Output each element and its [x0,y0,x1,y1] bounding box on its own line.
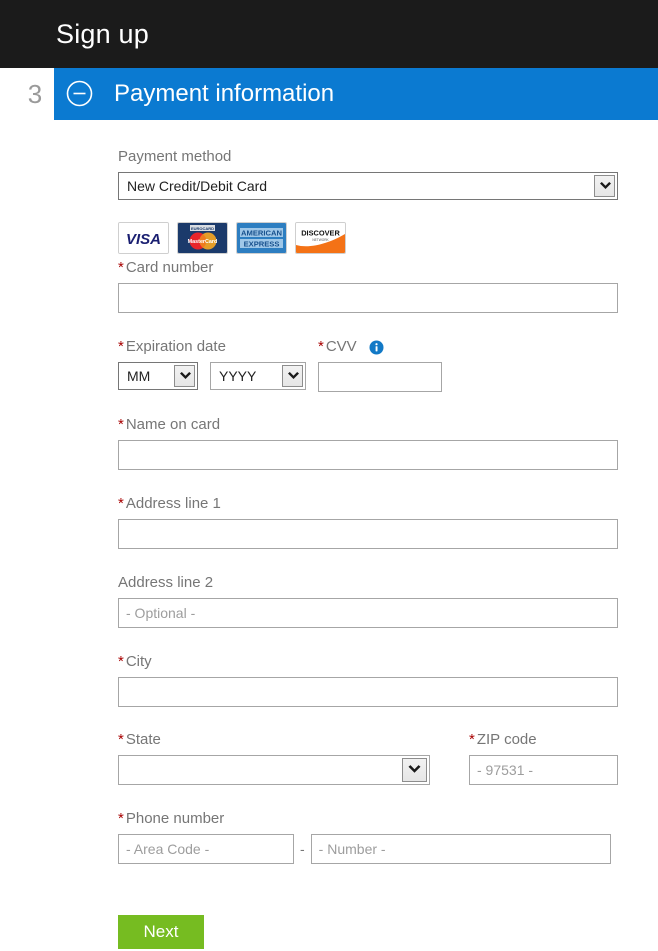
chevron-down-icon[interactable] [402,758,427,782]
discover-logo: DISCOVER NETWORK [295,222,346,254]
state-select[interactable] [118,755,430,785]
phone-number-label-text: Phone number [125,810,225,827]
cvv-field: * CVV [318,337,442,392]
expiration-date-label: * Expiration date [118,337,318,357]
payment-method-label: Payment method [118,148,232,165]
card-number-field: * Card number [118,258,618,313]
address-line-1-field: * Address line 1 [118,494,618,549]
required-marker: * [118,810,124,827]
card-number-label: * Card number [118,258,618,278]
chevron-down-icon[interactable] [282,365,303,387]
address-line-1-label-text: Address line 1 [125,495,221,512]
section-title: Payment information [114,80,335,107]
required-marker: * [118,653,124,670]
svg-text:EUROCARD: EUROCARD [191,226,214,231]
zip-code-label: * ZIP code [469,730,618,750]
required-marker: * [118,259,124,276]
phone-number-label: * Phone number [118,809,618,829]
svg-text:AMERICAN: AMERICAN [241,229,282,238]
required-marker: * [118,495,124,512]
chevron-down-icon[interactable] [594,175,615,197]
page-title: Sign up [56,19,149,49]
expiration-year-value: YYYY [219,368,257,384]
zip-code-label-text: ZIP code [476,731,537,748]
card-number-label-text: Card number [125,259,214,276]
payment-method-select[interactable]: New Credit/Debit Card [118,172,618,200]
next-button[interactable]: Next [118,915,204,949]
required-marker: * [118,338,124,355]
required-marker: * [469,731,475,748]
svg-text:EXPRESS: EXPRESS [244,240,280,249]
phone-number-field: * Phone number - [118,809,618,864]
accepted-card-logos: VISA EUROCARD MasterCard AMERICAN EXPRES… [118,222,346,254]
address-line-1-label: * Address line 1 [118,494,618,514]
cvv-input[interactable] [318,362,442,392]
zip-code-field: * ZIP code [469,730,618,785]
address-line-2-input[interactable] [118,598,618,628]
svg-text:DISCOVER: DISCOVER [301,229,340,238]
address-line-2-label: Address line 2 [118,574,214,591]
card-number-input[interactable] [118,283,618,313]
mastercard-logo: EUROCARD MasterCard [177,222,228,254]
name-on-card-field: * Name on card [118,415,618,470]
phone-area-code-input[interactable] [118,834,294,864]
city-field: * City [118,652,618,707]
address-line-2-field: Address line 2 [118,573,618,628]
address-line-1-input[interactable] [118,519,618,549]
payment-method-value: New Credit/Debit Card [127,178,268,194]
cvv-label: * CVV [318,337,442,357]
expiration-month-value: MM [127,368,151,384]
amex-logo: AMERICAN EXPRESS [236,222,287,254]
city-label-text: City [125,653,152,670]
phone-separator: - [300,841,305,857]
circle-minus-icon[interactable] [66,80,93,107]
name-on-card-input[interactable] [118,440,618,470]
info-icon[interactable] [369,340,384,355]
cvv-label-text: CVV [325,338,357,355]
state-label: * State [118,730,430,750]
svg-text:NETWORK: NETWORK [312,238,329,242]
required-marker: * [118,416,124,433]
payment-method-field: Payment method New Credit/Debit Card [118,147,618,200]
expiration-date-field: * Expiration date MM YYYY [118,337,318,390]
section-header-bar[interactable]: Payment information [54,68,658,120]
window-title-bar: Sign up [0,0,658,68]
expiration-month-select[interactable]: MM [118,362,198,390]
chevron-down-icon[interactable] [174,365,195,387]
required-marker: * [318,338,324,355]
step-number: 3 [27,79,43,109]
expiration-year-select[interactable]: YYYY [210,362,306,390]
zip-code-input[interactable] [469,755,618,785]
name-on-card-label: * Name on card [118,415,618,435]
svg-text:VISA: VISA [126,231,161,248]
name-on-card-label-text: Name on card [125,416,221,433]
svg-text:MasterCard: MasterCard [188,239,218,245]
phone-number-input[interactable] [310,834,611,864]
visa-logo: VISA [118,222,169,254]
city-label: * City [118,652,618,672]
state-label-text: State [125,731,161,748]
expiration-date-label-text: Expiration date [125,338,226,355]
section-header: 3 Payment information [0,68,658,120]
state-field: * State [118,730,430,785]
required-marker: * [118,731,124,748]
city-input[interactable] [118,677,618,707]
